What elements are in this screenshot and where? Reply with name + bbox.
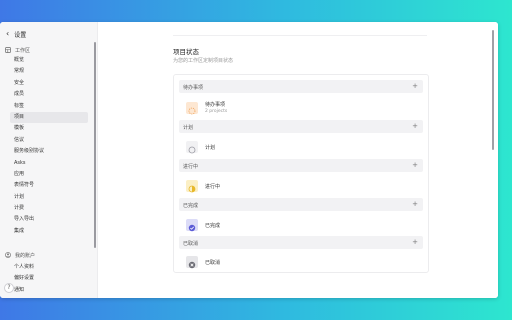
main-scrollbar[interactable] — [492, 30, 494, 150]
status-name: 待办事项 — [205, 102, 226, 108]
workspace-nav: 概览 常规 安全 成员 标签 项目 模板 信议 服务级别协议 Asks 应用 表… — [10, 55, 88, 237]
status-row-completed[interactable]: 已完成 — [179, 214, 423, 238]
status-project-count: 2 projects — [205, 109, 228, 114]
workspace-section-label: 工作区 — [15, 47, 31, 54]
sidebar-header[interactable]: ‹ 设置 — [6, 28, 26, 40]
add-status-button[interactable]: + — [412, 82, 418, 91]
sidebar-scrollbar[interactable] — [94, 42, 96, 248]
status-row-canceled[interactable]: 已取消 — [179, 252, 423, 274]
main-content: 项目状态 为您的工作区定制项目状态 待办事项 + 待办事项 2 projects… — [98, 22, 498, 298]
sidebar-item-apps[interactable]: 应用 — [10, 169, 88, 180]
canceled-icon — [186, 256, 198, 269]
sidebar-item-overview[interactable]: 概览 — [10, 55, 88, 66]
sidebar-item-sla[interactable]: 服务级别协议 — [10, 146, 88, 157]
sidebar-item-templates[interactable]: 模板 — [10, 123, 88, 134]
completed-icon — [186, 219, 198, 232]
account-section: 我的账户 — [5, 250, 35, 260]
settings-sidebar: ‹ 设置 工作区 概览 常规 安全 成员 标签 项目 模板 信议 服务级别协议 … — [0, 22, 98, 298]
status-row-in-progress[interactable]: 进行中 — [179, 175, 423, 199]
status-row-planned[interactable]: 计划 — [179, 136, 423, 160]
sidebar-item-plans[interactable]: 计划 — [10, 192, 88, 203]
group-header-in-progress: 进行中 + — [179, 159, 423, 172]
status-name: 进行中 — [205, 184, 221, 190]
status-name: 计划 — [205, 145, 216, 151]
group-name: 进行中 — [183, 163, 199, 170]
account-section-label: 我的账户 — [15, 252, 36, 259]
backlog-icon — [186, 102, 198, 115]
sidebar-item-preferences[interactable]: 偏好设置 — [10, 273, 88, 284]
group-name: 已完成 — [183, 202, 199, 209]
sidebar-item-integrations[interactable]: 集成 — [10, 226, 88, 237]
sidebar-item-general[interactable]: 常规 — [10, 66, 88, 77]
divider — [173, 35, 427, 36]
add-status-button[interactable]: + — [412, 238, 418, 247]
sidebar-item-profile[interactable]: 个人资料 — [10, 262, 88, 273]
sidebar-item-projects[interactable]: 项目 — [10, 111, 88, 124]
status-name: 已完成 — [205, 223, 221, 229]
group-name: 已取消 — [183, 240, 199, 247]
add-status-button[interactable]: + — [412, 200, 418, 209]
sidebar-item-agreements[interactable]: 信议 — [10, 135, 88, 146]
sidebar-item-security[interactable]: 安全 — [10, 78, 88, 89]
sidebar-item-asks[interactable]: Asks — [10, 158, 88, 169]
in-progress-icon — [186, 180, 198, 193]
group-header-canceled: 已取消 + — [179, 236, 423, 249]
group-name: 待办事项 — [183, 84, 204, 91]
page-subtitle: 为您的工作区定制项目状态 — [173, 58, 234, 64]
group-header-backlog: 待办事项 + — [179, 80, 423, 93]
help-button[interactable]: ? — [4, 283, 14, 293]
account-icon — [5, 252, 11, 258]
group-name: 计划 — [183, 124, 194, 131]
status-row-backlog[interactable]: 待办事项 2 projects — [179, 96, 423, 120]
sidebar-item-import-export[interactable]: 导入导出 — [10, 214, 88, 225]
workspace-icon — [5, 47, 11, 53]
sidebar-title: 设置 — [14, 31, 27, 39]
add-status-button[interactable]: + — [412, 161, 418, 170]
sidebar-item-labels[interactable]: 标签 — [10, 101, 88, 112]
status-panel: 待办事项 + 待办事项 2 projects 计划 + 计划 进行中 + 进行中… — [173, 74, 429, 273]
status-name: 已取消 — [205, 260, 221, 266]
sidebar-item-billing[interactable]: 计费 — [10, 203, 88, 214]
back-icon[interactable]: ‹ — [6, 30, 9, 38]
page-title: 项目状态 — [173, 48, 199, 56]
settings-window: ‹ 设置 工作区 概览 常规 安全 成员 标签 项目 模板 信议 服务级别协议 … — [0, 22, 498, 298]
workspace-section: 工作区 — [5, 45, 30, 55]
sidebar-item-emoji[interactable]: 表情符号 — [10, 180, 88, 191]
planned-icon — [186, 141, 198, 154]
group-header-completed: 已完成 + — [179, 198, 423, 211]
account-nav: 个人资料 偏好设置 通知 — [10, 262, 88, 296]
sidebar-item-notifications[interactable]: 通知 — [10, 285, 88, 296]
group-header-planned: 计划 + — [179, 120, 423, 133]
sidebar-item-members[interactable]: 成员 — [10, 89, 88, 100]
add-status-button[interactable]: + — [412, 122, 418, 131]
